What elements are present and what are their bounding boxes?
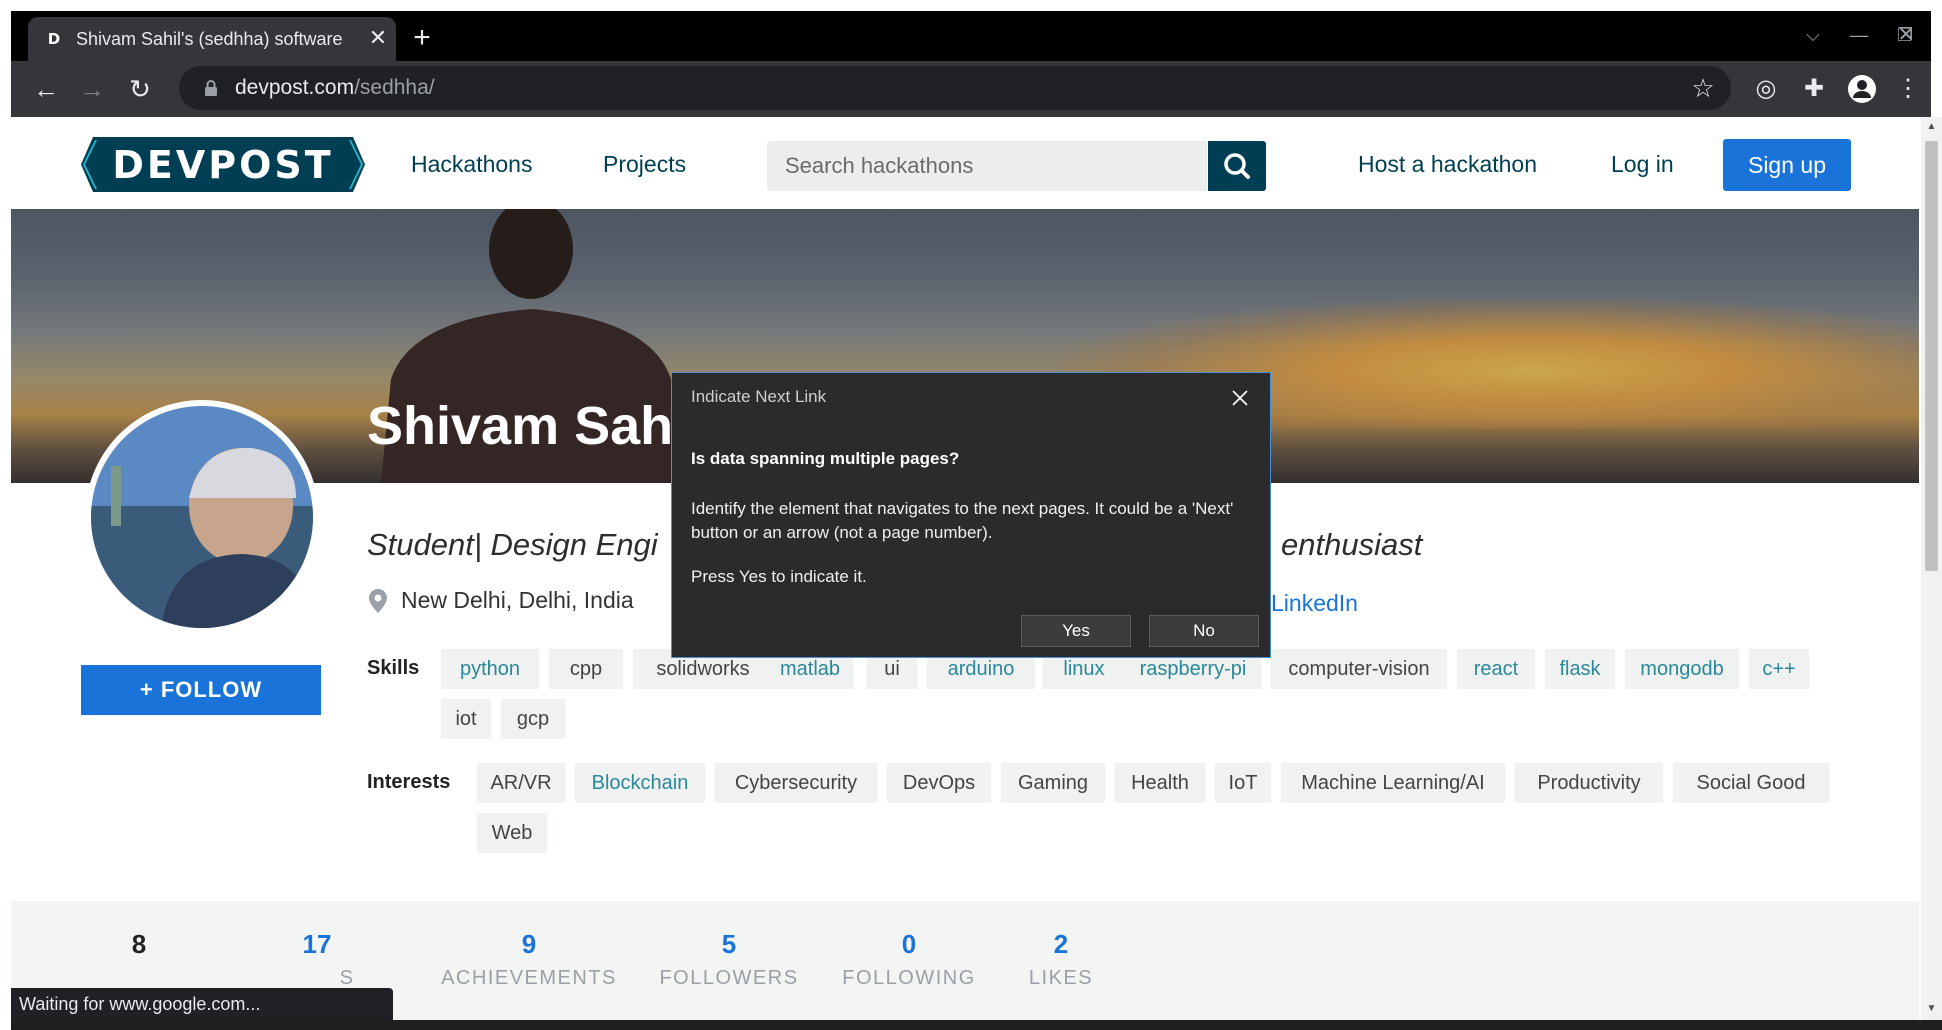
skill-tag[interactable]: cpp bbox=[549, 649, 623, 689]
browser-chrome: D Shivam Sahil's (sedhha) software ✕ + ⌵… bbox=[11, 11, 1931, 117]
dialog-title: Indicate Next Link bbox=[691, 387, 827, 406]
stat-achievements-count[interactable]: 9 bbox=[449, 929, 609, 960]
dialog-question: Is data spanning multiple pages? bbox=[691, 449, 960, 468]
browser-tab[interactable]: D Shivam Sahil's (sedhha) software ✕ bbox=[28, 17, 396, 61]
back-icon[interactable]: ← bbox=[27, 70, 65, 108]
follow-button[interactable]: + FOLLOW bbox=[81, 665, 321, 715]
new-tab-button[interactable]: + bbox=[403, 19, 441, 57]
stat-achievements-label[interactable]: ACHIEVEMENTS bbox=[429, 967, 629, 990]
interest-tag[interactable]: Web bbox=[477, 813, 547, 853]
scroll-up-icon[interactable]: ▲ bbox=[1925, 121, 1938, 133]
lock-icon bbox=[205, 80, 217, 96]
host-hackathon-link[interactable]: Host a hackathon bbox=[1358, 151, 1537, 178]
nav-hackathons[interactable]: Hackathons bbox=[411, 151, 532, 178]
svg-text:DEVPOST: DEVPOST bbox=[112, 143, 333, 187]
stat-hackathons-count[interactable]: 17 bbox=[237, 929, 397, 960]
tab-title: Shivam Sahil's (sedhha) software bbox=[76, 29, 343, 49]
skill-tag[interactable]: mongodb bbox=[1625, 649, 1739, 689]
stat-followers-label[interactable]: FOLLOWERS bbox=[629, 967, 829, 990]
forward-icon[interactable]: → bbox=[73, 70, 111, 108]
interest-tag[interactable]: Social Good bbox=[1673, 763, 1829, 803]
interest-tag[interactable]: AR/VR bbox=[477, 763, 565, 803]
interest-tag[interactable]: Cybersecurity bbox=[715, 763, 877, 803]
skill-tag[interactable]: computer-vision bbox=[1271, 649, 1447, 689]
interest-tag[interactable]: Gaming bbox=[1001, 763, 1105, 803]
dialog-no-button[interactable]: No bbox=[1149, 615, 1259, 647]
dialog-body-text: Identify the element that navigates to t… bbox=[691, 499, 1234, 542]
reload-icon[interactable]: ↻ bbox=[121, 70, 159, 108]
browser-toolbar: ← → ↻ devpost.com/sedhha/ ☆ ◎ ✚ ⋮ bbox=[11, 61, 1931, 117]
minimize-button[interactable]: — bbox=[1837, 19, 1881, 51]
search-box bbox=[767, 141, 1207, 191]
taskbar-edge bbox=[11, 1020, 1942, 1030]
profile-location: New Delhi, Delhi, India bbox=[401, 587, 634, 613]
skill-tag[interactable]: gcp bbox=[501, 699, 565, 739]
site-header: DEVPOST Hackathons Projects Host a hacka… bbox=[11, 117, 1921, 209]
nav-projects[interactable]: Projects bbox=[603, 151, 686, 178]
devpost-logo[interactable]: DEVPOST bbox=[81, 137, 365, 192]
search-input[interactable] bbox=[767, 141, 1187, 191]
skill-tag[interactable]: c++ bbox=[1749, 649, 1809, 689]
profile-tagline-end: enthusiast bbox=[1281, 527, 1423, 562]
profile-tagline: Student| Design Engi bbox=[367, 527, 658, 562]
avatar-photo bbox=[91, 406, 313, 628]
interest-tag[interactable]: Machine Learning/AI bbox=[1281, 763, 1505, 803]
interest-tag[interactable]: DevOps bbox=[887, 763, 991, 803]
stat-projects-count[interactable]: 8 bbox=[59, 929, 219, 960]
browser-menu-icon[interactable]: ⋮ bbox=[1889, 70, 1927, 108]
stat-following-count[interactable]: 0 bbox=[829, 929, 989, 960]
linkedin-link[interactable]: LinkedIn bbox=[1271, 590, 1358, 617]
scroll-down-icon[interactable]: ▼ bbox=[1925, 1003, 1938, 1015]
extension-target-icon[interactable]: ◎ bbox=[1747, 70, 1785, 108]
tab-strip: D Shivam Sahil's (sedhha) software ✕ + ⌵… bbox=[11, 11, 1931, 61]
stat-likes-label[interactable]: LIKES bbox=[961, 967, 1161, 990]
close-window-icon[interactable]: ✕ bbox=[1884, 19, 1928, 51]
skill-tag[interactable]: python bbox=[441, 649, 539, 689]
dialog-close-icon[interactable] bbox=[1225, 383, 1255, 413]
interests-label: Interests bbox=[367, 771, 451, 793]
search-button[interactable] bbox=[1208, 141, 1266, 191]
extensions-puzzle-icon[interactable]: ✚ bbox=[1795, 70, 1833, 108]
tab-favicon: D bbox=[44, 29, 64, 49]
skills-label: Skills bbox=[367, 657, 420, 679]
dialog-yes-button[interactable]: Yes bbox=[1021, 615, 1131, 647]
avatar bbox=[85, 400, 319, 634]
tab-search-icon[interactable]: ⌵ bbox=[1791, 19, 1835, 51]
skill-tag[interactable]: react bbox=[1457, 649, 1535, 689]
browser-status-bubble: Waiting for www.google.com... bbox=[11, 988, 393, 1020]
bookmark-star-icon[interactable]: ☆ bbox=[1689, 74, 1717, 102]
vertical-scrollbar[interactable]: ▲ ▼ bbox=[1921, 117, 1942, 1020]
scroll-thumb[interactable] bbox=[1925, 141, 1938, 571]
interest-tag[interactable]: Blockchain bbox=[575, 763, 705, 803]
profile-avatar-icon[interactable] bbox=[1843, 70, 1881, 108]
stat-hackathons-label[interactable]: S bbox=[297, 967, 397, 990]
skill-tag[interactable]: flask bbox=[1545, 649, 1615, 689]
interest-tag[interactable]: IoT bbox=[1215, 763, 1271, 803]
interest-tag[interactable]: Health bbox=[1115, 763, 1205, 803]
tab-close-icon[interactable]: ✕ bbox=[364, 24, 392, 52]
url-text: devpost.com/sedhha/ bbox=[235, 76, 435, 99]
dialog-instruction: Press Yes to indicate it. bbox=[691, 567, 867, 586]
profile-name: Shivam Sahil bbox=[367, 396, 704, 456]
login-link[interactable]: Log in bbox=[1611, 151, 1674, 178]
indicate-next-link-dialog: Indicate Next Link Is data spanning mult… bbox=[671, 372, 1271, 658]
stat-likes-count[interactable]: 2 bbox=[981, 929, 1141, 960]
address-bar[interactable]: devpost.com/sedhha/ ☆ bbox=[179, 66, 1731, 110]
stat-followers-count[interactable]: 5 bbox=[649, 929, 809, 960]
interest-tag[interactable]: Productivity bbox=[1515, 763, 1663, 803]
skill-tag[interactable]: iot bbox=[441, 699, 491, 739]
search-icon bbox=[1224, 153, 1250, 179]
signup-button[interactable]: Sign up bbox=[1723, 139, 1851, 191]
location-pin-icon bbox=[369, 589, 387, 613]
